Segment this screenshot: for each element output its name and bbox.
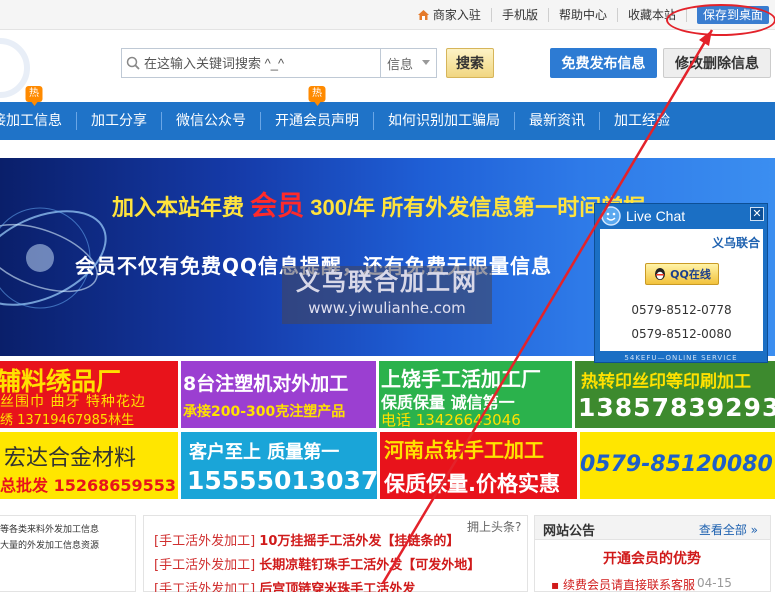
- search-box: 信息: [121, 48, 437, 78]
- ad-tile-quality[interactable]: 客户至上 质量第一 15555013037: [181, 432, 377, 499]
- live-chat-footer: 54KEFU—ONLINE SERVICE: [624, 354, 738, 362]
- live-chat-header: Live Chat: [595, 204, 767, 228]
- edit-delete-info-button[interactable]: 修改删除信息: [663, 48, 771, 78]
- announcement-date: 04-15: [697, 576, 732, 590]
- qq-penguin-icon: [655, 268, 666, 280]
- nav-item-experience[interactable]: 加工经验: [600, 102, 684, 140]
- list-item[interactable]: [手工活外发加工] 长期凉鞋钉珠手工活外发【可发外地】: [154, 554, 480, 573]
- mobile-version-link[interactable]: 手机版: [492, 8, 549, 22]
- live-chat-widget: Live Chat ✕ 义乌联合 QQ在线 0579-8512-0778 057…: [594, 203, 768, 363]
- watermark: 义乌联合加工网 www.yiwulianhe.com: [282, 266, 492, 324]
- search-icon: [122, 49, 144, 77]
- banner-headline: 加入本站年费 会员 300/年 所有外发信息第一时间掌握: [112, 184, 645, 223]
- announcement-title: 网站公告: [543, 524, 596, 539]
- ad-tile-shangrao[interactable]: 上饶手工活加工厂 保质保量 诚信第一 电话 13426643046: [379, 361, 572, 428]
- ad-title: 热转印丝印等印刷加工: [581, 372, 751, 392]
- home-icon: [417, 10, 429, 20]
- ad-line: 电话 13426643046: [381, 411, 521, 428]
- ad-tile-injection[interactable]: 8台注塑机对外加工 承接200-300克注塑产品: [181, 361, 376, 428]
- help-center-link[interactable]: 帮助中心: [549, 8, 618, 22]
- ad-title: 宏达合金材料: [4, 446, 137, 471]
- search-input[interactable]: [144, 49, 380, 77]
- ad-title: 客户至上 质量第一: [189, 442, 340, 463]
- list-item[interactable]: [手工活外发加工] 后宫顶链穿米珠手工活外发: [154, 578, 415, 592]
- news-category: [手工活外发加工]: [154, 558, 256, 573]
- banner-headline-highlight: 会员: [250, 191, 305, 221]
- news-category: [手工活外发加工]: [154, 582, 256, 592]
- hot-badge: 热: [308, 86, 326, 106]
- ad-phone: 0579-85120080: [580, 452, 773, 477]
- ad-line: 总批发 15268659553: [0, 476, 177, 495]
- phone-number: 0579-8512-0080: [631, 327, 732, 341]
- search-button[interactable]: 搜索: [446, 48, 494, 78]
- ad-tile-phone[interactable]: 0579-85120080: [580, 432, 775, 499]
- ad-line: 丝围巾 曲牙 特种花边: [0, 394, 146, 410]
- search-category-value: 信息: [387, 57, 414, 73]
- announcement-header: 网站公告 查看全部 »: [535, 516, 770, 540]
- announcement-item-label: 续费会员请直接联系客服: [562, 578, 695, 592]
- nav-item-scam-guide[interactable]: 如何识别加工骗局: [374, 102, 514, 140]
- header: 信息 搜索 免费发布信息 修改删除信息: [0, 30, 775, 102]
- ad-tile-alloy[interactable]: 宏达合金材料 总批发 15268659553: [0, 432, 178, 499]
- intro-text: 等各类来料外发加工信息: [0, 525, 100, 535]
- search-category-select[interactable]: 信息: [380, 49, 436, 77]
- nav-item-label: 开通会员声明: [275, 113, 359, 129]
- news-title: 后宫顶链穿米珠手工活外发: [259, 582, 416, 592]
- phone-number: 0579-8512-0778: [631, 303, 732, 317]
- watermark-url: www.yiwulianhe.com: [308, 299, 466, 317]
- ad-tile-printing[interactable]: 热转印丝印等印刷加工 13857839293: [575, 361, 775, 428]
- nav-item-membership[interactable]: 开通会员声明 热: [261, 86, 373, 140]
- top-bar: 商家入驻 手机版 帮助中心 收藏本站 保存到桌面: [0, 0, 775, 30]
- announcement-item[interactable]: ▪ 续费会员请直接联系客服: [551, 576, 695, 592]
- ad-tile-henan[interactable]: 河南点钻手工加工 保质保量.价格实惠: [380, 432, 577, 499]
- view-all-link[interactable]: 查看全部 »: [699, 521, 758, 538]
- intro-box: 等各类来料外发加工信息 大量的外发加工信息资源: [0, 515, 136, 592]
- ad-title: 上饶手工活加工厂: [381, 367, 541, 391]
- live-chat-body: 义乌联合 QQ在线 0579-8512-0778 0579-8512-0080: [600, 229, 763, 351]
- list-item[interactable]: [手工活外发加工] 10万挂摇手工活外发【挂链条的】: [154, 530, 459, 549]
- merchant-join-link[interactable]: 商家入驻: [407, 8, 492, 22]
- news-category: [手工活外发加工]: [154, 534, 256, 549]
- live-chat-title: Live Chat: [626, 208, 686, 224]
- headline-promo-link[interactable]: 拥上头条?: [467, 518, 521, 535]
- live-chat-site: 义乌联合: [711, 236, 760, 250]
- qq-online-label: QQ在线: [670, 268, 711, 281]
- bookmark-site-link[interactable]: 收藏本站: [618, 8, 687, 22]
- watermark-name: 义乌联合加工网: [296, 268, 478, 296]
- ad-tile-embroidery[interactable]: 辅料绣品厂 丝围巾 曲牙 特种花边 绣 13719467985林生: [0, 361, 178, 428]
- nav-item-processing-share[interactable]: 加工分享: [77, 102, 161, 140]
- top-links: 商家入驻 手机版 帮助中心 收藏本站 保存到桌面: [407, 5, 769, 25]
- close-icon[interactable]: ✕: [750, 207, 764, 221]
- chat-face-icon: [601, 206, 621, 226]
- ad-phone: 15555013037: [187, 466, 377, 495]
- announcement-box: 网站公告 查看全部 » 开通会员的优势 ▪ 续费会员请直接联系客服 04-15: [534, 515, 771, 592]
- nav-item-label: 接加工信息: [0, 113, 62, 129]
- ad-title: 8台注塑机对外加工: [183, 373, 349, 395]
- ad-title: 河南点钻手工加工: [384, 438, 544, 462]
- ad-line: 绣 13719467985林生: [0, 413, 135, 428]
- news-list: 拥上头条? [手工活外发加工] 10万挂摇手工活外发【挂链条的】 [手工活外发加…: [143, 515, 528, 592]
- ad-line: 保质保量.价格实惠: [384, 472, 560, 496]
- ad-line: 承接200-300克注塑产品: [183, 404, 346, 420]
- dropdown-arrow-icon: [422, 60, 430, 65]
- post-info-button[interactable]: 免费发布信息: [550, 48, 657, 78]
- news-title: 长期凉鞋钉珠手工活外发【可发外地】: [259, 558, 481, 573]
- hot-badge: 热: [25, 86, 43, 106]
- page: 商家入驻 手机版 帮助中心 收藏本站 保存到桌面 信息 搜索 免费发布信息 修改…: [0, 0, 775, 592]
- intro-text: 大量的外发加工信息资源: [0, 541, 100, 551]
- main-nav: 接加工信息 热 加工分享 微信公众号 开通会员声明 热 如何识别加工骗局 最新资…: [0, 86, 775, 140]
- nav-item-wechat[interactable]: 微信公众号: [162, 102, 260, 140]
- news-title: 10万挂摇手工活外发【挂链条的】: [259, 534, 460, 549]
- qq-online-button[interactable]: QQ在线: [645, 263, 719, 285]
- announcement-headline[interactable]: 开通会员的优势: [603, 548, 701, 568]
- ad-phone: 13857839293: [578, 393, 775, 422]
- content-section: 等各类来料外发加工信息 大量的外发加工信息资源 拥上头条? [手工活外发加工] …: [0, 505, 775, 592]
- save-to-desktop-button[interactable]: 保存到桌面: [696, 6, 769, 24]
- banner-headline-pre: 加入本站年费: [112, 195, 245, 220]
- nav-item-processing-info[interactable]: 接加工信息 热: [0, 86, 76, 140]
- merchant-join-label: 商家入驻: [432, 8, 481, 22]
- nav-item-news[interactable]: 最新资讯: [515, 102, 599, 140]
